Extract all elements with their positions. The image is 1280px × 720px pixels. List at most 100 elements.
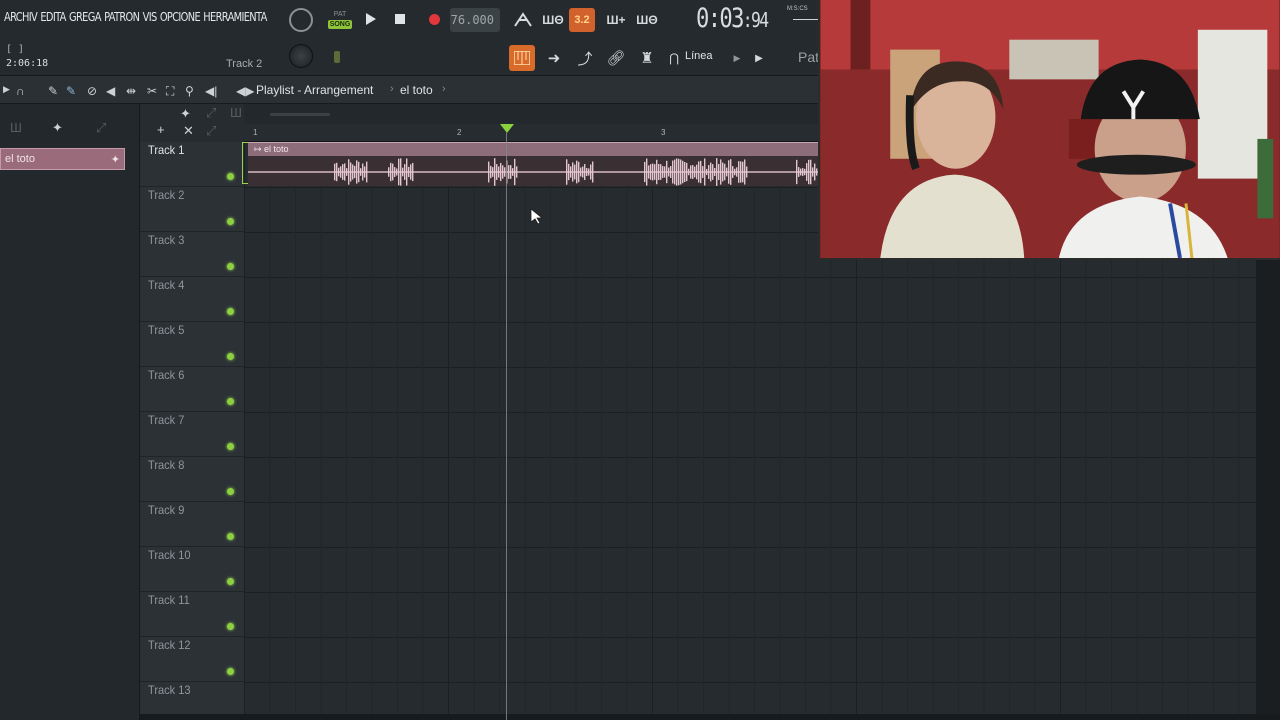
automation-icon[interactable]: ⤢	[206, 105, 216, 121]
stop-button[interactable]	[389, 8, 411, 30]
playlist-header: ▶ ∩ ✎ ✎ ⊘ ◀ ⇹ ✂ ⛶ ⚲ ◀| ◀▶ Playlist - Arr…	[0, 76, 820, 104]
track-header[interactable]: Track 1	[140, 142, 244, 187]
track-name: Track 4	[148, 278, 185, 292]
play-icon	[366, 13, 376, 25]
snap-magnet-icon[interactable]: ⋂	[663, 47, 685, 69]
track-mute-led[interactable]	[227, 533, 234, 540]
slip-icon[interactable]: ⇹	[126, 84, 136, 98]
audio-clip-icon[interactable]: ✦	[180, 106, 191, 122]
breadcrumb-pattern[interactable]: el toto	[400, 83, 433, 97]
track-header-toolbar: ✦ ⤢ Ш + ✕ ⤢	[140, 104, 244, 142]
track-mute-led[interactable]	[227, 398, 234, 405]
track-header[interactable]: Track 10	[140, 547, 244, 592]
track-mute-led[interactable]	[227, 578, 234, 585]
track-mute-led[interactable]	[227, 623, 234, 630]
timeline-ruler[interactable]: 1 2 3	[244, 124, 820, 142]
track-header[interactable]: Track 2	[140, 187, 244, 232]
mouse-pointer-icon	[530, 208, 544, 224]
stop-icon	[395, 14, 405, 24]
track-name: Track 9	[148, 503, 185, 517]
brush-icon[interactable]: ✎	[66, 84, 76, 98]
pattern-icon[interactable]: Ш	[230, 105, 242, 120]
song-time-display[interactable]: 0:03:94	[696, 3, 769, 34]
menu-herramientas[interactable]: HERRAMIENTA	[203, 10, 267, 24]
track-header[interactable]: Track 8	[140, 457, 244, 502]
track-header[interactable]: Track 6	[140, 367, 244, 412]
track-header[interactable]: Track 5	[140, 322, 244, 367]
mixer-icon[interactable]: ♜	[636, 47, 658, 69]
blend-notes-icon[interactable]: Ш+	[603, 8, 629, 32]
scrollbar-thumb[interactable]	[270, 113, 330, 116]
delete-icon[interactable]: ⊘	[87, 84, 97, 98]
plugin-picker-icon[interactable]: ⤴	[574, 47, 596, 69]
track-mute-led[interactable]	[227, 488, 234, 495]
playhead-marker[interactable]	[500, 124, 514, 133]
picker-automation-icon[interactable]: ⤢	[96, 120, 106, 136]
menu-vista[interactable]: VIS	[143, 10, 158, 24]
metronome-icon[interactable]	[510, 8, 536, 32]
snap-arrow-icon[interactable]: ▶	[726, 47, 748, 69]
select-icon[interactable]: ⛶	[166, 84, 174, 99]
track-name: Track 10	[148, 548, 191, 562]
add-track-icon[interactable]: +	[157, 122, 165, 137]
track-mute-led[interactable]	[227, 173, 234, 180]
step-edit-button[interactable]: 3.2	[569, 8, 595, 32]
menu-agregar[interactable]: GREGA	[69, 10, 101, 24]
master-pitch-knob[interactable]	[289, 44, 313, 68]
bar-number: 1	[253, 128, 258, 137]
track-header[interactable]: Track 7	[140, 412, 244, 457]
pencil-icon[interactable]: ✎	[48, 84, 58, 98]
track-mute-led[interactable]	[227, 218, 234, 225]
playlist-button[interactable]	[509, 45, 535, 71]
link-icon[interactable]: 🔗︎	[605, 47, 627, 69]
menu-patron[interactable]: PATRON	[104, 10, 140, 24]
menu-opciones[interactable]: OPCIONE	[160, 10, 201, 24]
track-header[interactable]: Track 3	[140, 232, 244, 277]
audio-clip-el-toto[interactable]: ↦ el toto	[248, 142, 820, 186]
track-header[interactable]: Track 12	[140, 637, 244, 682]
playlist-horizontal-scrollbar[interactable]	[244, 104, 820, 124]
track-mute-led[interactable]	[227, 443, 234, 450]
picker-item-el-toto[interactable]: el toto ✦	[0, 148, 125, 170]
tempo-display[interactable]: 76.000	[450, 8, 500, 32]
track-header[interactable]: Track 4	[140, 277, 244, 322]
slider-handle[interactable]	[334, 51, 340, 63]
track-name: Track 1	[148, 143, 185, 157]
pat-song-toggle[interactable]: PAT SONG	[326, 5, 354, 35]
menu-arrow-icon[interactable]: ▶	[3, 84, 10, 95]
playback-icon[interactable]: ◀|	[205, 84, 217, 98]
wait-for-input-icon[interactable]: ШΘ	[540, 8, 566, 32]
clip-title-bar[interactable]: ↦ el toto	[248, 143, 820, 156]
picker-pattern-icon[interactable]: Ш	[10, 120, 22, 135]
track-mute-led[interactable]	[227, 353, 234, 360]
main-volume-knob[interactable]	[289, 8, 313, 32]
pat-label: PAT	[333, 11, 347, 18]
magnet-icon[interactable]: ∩	[16, 84, 25, 98]
grid-bottom-edge	[140, 714, 1280, 720]
pattern-arrow-icon[interactable]: ▶	[748, 47, 770, 69]
picker-tools: Ш ✦ ⤢	[0, 104, 140, 148]
slice-icon[interactable]: ✂	[147, 84, 157, 98]
track-mute-led[interactable]	[227, 308, 234, 315]
track-mute-led[interactable]	[227, 668, 234, 675]
track-header[interactable]: Track 11	[140, 592, 244, 637]
snap-selector[interactable]: Línea	[685, 50, 713, 62]
cpu-meter-line	[793, 19, 819, 20]
play-button[interactable]	[360, 8, 382, 30]
loop-record-icon[interactable]: ШΘ	[634, 8, 660, 32]
clip-waveform	[248, 158, 820, 186]
track-header[interactable]: Track 9	[140, 502, 244, 547]
link-icon-small[interactable]: ⤢	[206, 123, 216, 139]
record-button[interactable]	[423, 8, 445, 30]
menu-archivo[interactable]: ARCHIV	[4, 10, 38, 24]
track-mute-led[interactable]	[227, 263, 234, 270]
menu-editar[interactable]: EDITA	[40, 10, 66, 24]
zoom-icon[interactable]: ⚲	[185, 84, 194, 98]
mute-icon[interactable]: ◀	[106, 84, 115, 98]
picker-audio-icon[interactable]: ✦	[52, 120, 63, 136]
close-icon[interactable]: ✕	[183, 123, 194, 139]
arrange-nav-icon[interactable]: ◀▶	[236, 84, 254, 98]
track-name: Track 5	[148, 323, 185, 337]
arrow-right-icon[interactable]: ➜	[543, 47, 565, 69]
track-name: Track 13	[148, 683, 191, 697]
